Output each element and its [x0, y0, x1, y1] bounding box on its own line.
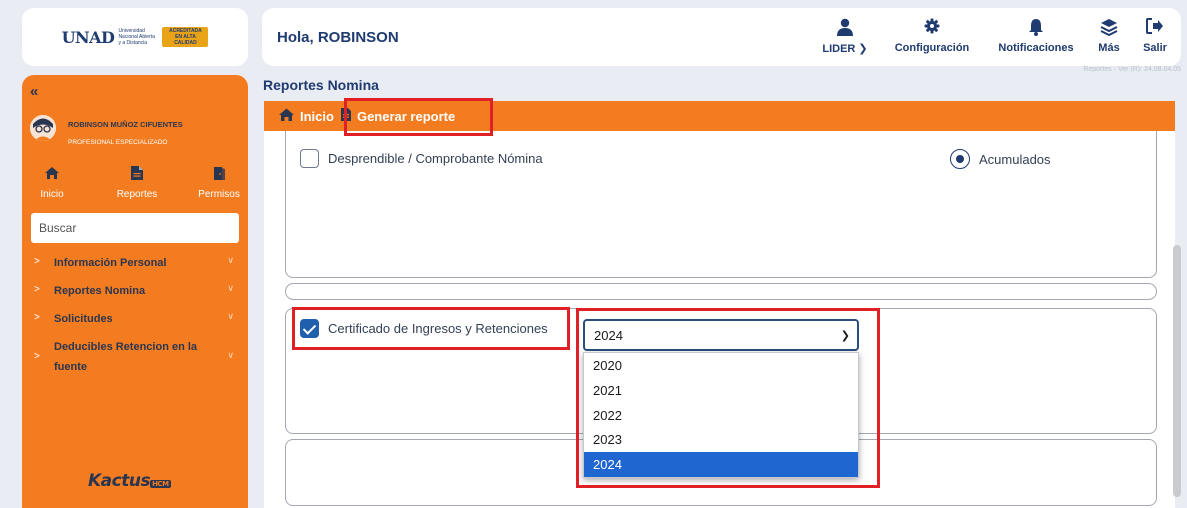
header-item-label: Configuración [894, 42, 970, 54]
document-icon [340, 107, 352, 125]
sidebar-nav-reportes[interactable]: Reportes [112, 165, 162, 200]
layers-icon [1092, 18, 1126, 37]
chevron-down-icon: ❯ [840, 330, 850, 342]
home-icon [32, 165, 72, 183]
sidebar-item-label: Solicitudes [54, 313, 113, 325]
logo-box[interactable]: UNAD Universidad Nacional Abierta y a Di… [22, 8, 248, 66]
sidebar-nav: Inicio Reportes Permisos [30, 165, 242, 205]
caret-right-icon: > [34, 256, 40, 267]
header-item-label: Más [1098, 42, 1120, 54]
header-configuracion[interactable]: Configuración [890, 18, 974, 54]
year-option-selected[interactable]: 2024 [584, 452, 858, 477]
chevron-down-icon: ∨ [227, 311, 234, 321]
kactus-logo-suffix: HCM [150, 480, 171, 488]
search-input[interactable] [31, 213, 239, 243]
sign-out-icon [1138, 18, 1172, 36]
gear-icon [890, 18, 974, 36]
breadcrumb: Inicio Generar reporte [264, 101, 1175, 131]
breadcrumb-generar-reporte[interactable]: Generar reporte [340, 107, 455, 125]
desprendible-option[interactable]: Desprendible / Comprobante Nómina [300, 149, 543, 168]
year-option[interactable]: 2022 [584, 403, 858, 428]
sidebar-item-informacion-personal[interactable]: > Información Personal ∨ [22, 249, 248, 277]
sidebar-item-label: Deducibles Retencion en la fuente [54, 341, 198, 373]
sidebar-nav-permisos[interactable]: Permisos [194, 165, 244, 200]
sidebar-menu: > Información Personal ∨ > Reportes Nomi… [22, 249, 248, 381]
chevron-down-icon: ∨ [227, 283, 234, 293]
user-name: ROBINSON MUÑOZ CIFUENTES [68, 120, 183, 129]
header-mas[interactable]: Más [1092, 18, 1126, 54]
page-scrollbar[interactable] [1173, 245, 1181, 497]
door-exit-icon [194, 165, 244, 183]
sidebar: « ROBINSON MUÑOZ CIFUENTES PROFESIONAL E… [22, 75, 248, 508]
year-dropdown-list: 2020 2021 2022 2023 2024 [583, 352, 859, 478]
sidebar-nav-label: Reportes [116, 189, 158, 200]
collapse-sidebar-icon[interactable]: « [30, 83, 38, 100]
header-item-label: Notificaciones [998, 42, 1074, 54]
breadcrumb-inicio[interactable]: Inicio [278, 107, 334, 125]
kactus-logo-text: Kactus [88, 471, 151, 491]
user-role: PROFESIONAL ESPECIALIZADO [68, 139, 168, 146]
header-salir[interactable]: Salir [1138, 18, 1172, 54]
sidebar-item-reportes-nomina[interactable]: > Reportes Nomina ∨ [22, 277, 248, 305]
header-notificaciones[interactable]: Notificaciones [994, 18, 1078, 54]
bell-icon [994, 18, 1078, 36]
sidebar-item-deducibles[interactable]: > Deducibles Retencion en la fuente ∨ [22, 333, 248, 381]
breadcrumb-label: Inicio [300, 108, 334, 124]
chevron-down-icon: ∨ [227, 255, 234, 265]
unad-logo: UNAD Universidad Nacional Abierta y a Di… [62, 27, 209, 47]
header-item-label: LIDER [822, 43, 856, 55]
page-title: Reportes Nomina [263, 77, 379, 93]
chevron-down-icon: ❯ [858, 43, 868, 55]
avatar [30, 115, 56, 141]
chevron-down-icon: ∨ [227, 350, 234, 360]
top-header: Hola, ROBINSON LIDER ❯ Configuración Not… [262, 8, 1181, 66]
desprendible-label: Desprendible / Comprobante Nómina [328, 151, 543, 166]
year-option[interactable]: 2020 [584, 353, 858, 378]
kactus-logo: Kactus HCM [88, 471, 171, 491]
breadcrumb-label: Generar reporte [356, 108, 456, 124]
version-text: Reportes - Ver (R): 24.08.04.05 [1083, 66, 1181, 73]
home-icon [278, 107, 295, 125]
sidebar-item-solicitudes[interactable]: > Solicitudes ∨ [22, 305, 248, 333]
acumulados-label: Acumulados [979, 151, 1051, 167]
header-item-label: Salir [1143, 42, 1167, 54]
sidebar-item-label: Reportes Nomina [54, 285, 146, 297]
certificado-option[interactable]: Certificado de Ingresos y Retenciones [300, 319, 548, 338]
sidebar-nav-inicio[interactable]: Inicio [32, 165, 72, 200]
acumulados-option[interactable]: Acumulados [950, 149, 1051, 169]
greeting: Hola, ROBINSON [277, 29, 399, 46]
sidebar-item-label: Información Personal [54, 257, 167, 269]
caret-right-icon: > [34, 284, 40, 295]
certificado-label: Certificado de Ingresos y Retenciones [328, 321, 548, 336]
year-select[interactable]: 2024 ❯ [583, 319, 859, 351]
acumulados-radio[interactable] [950, 149, 970, 169]
logo-accreditation: ACREDITADA EN ALTA CALIDAD [162, 27, 209, 47]
year-select-value: 2024 [594, 328, 623, 343]
user-avatar-icon [30, 115, 56, 141]
caret-right-icon: > [34, 351, 40, 362]
sidebar-nav-label: Permisos [198, 189, 240, 200]
year-option[interactable]: 2021 [584, 378, 858, 403]
certificado-checkbox[interactable] [300, 319, 319, 338]
document-icon [112, 165, 162, 183]
sidebar-nav-label: Inicio [40, 189, 64, 200]
option-card-empty [285, 283, 1157, 300]
desprendible-checkbox[interactable] [300, 149, 319, 168]
report-options-panel: Desprendible / Comprobante Nómina Acumul… [264, 131, 1175, 508]
option-card-desprendible: Desprendible / Comprobante Nómina Acumul… [285, 131, 1157, 278]
year-option[interactable]: 2023 [584, 427, 858, 452]
caret-right-icon: > [34, 312, 40, 323]
user-icon [820, 18, 870, 36]
logo-brand: UNAD [61, 27, 115, 47]
header-lider[interactable]: LIDER ❯ [820, 18, 870, 55]
logo-subtitle: Universidad Nacional Abierta y a Distanc… [118, 28, 155, 46]
